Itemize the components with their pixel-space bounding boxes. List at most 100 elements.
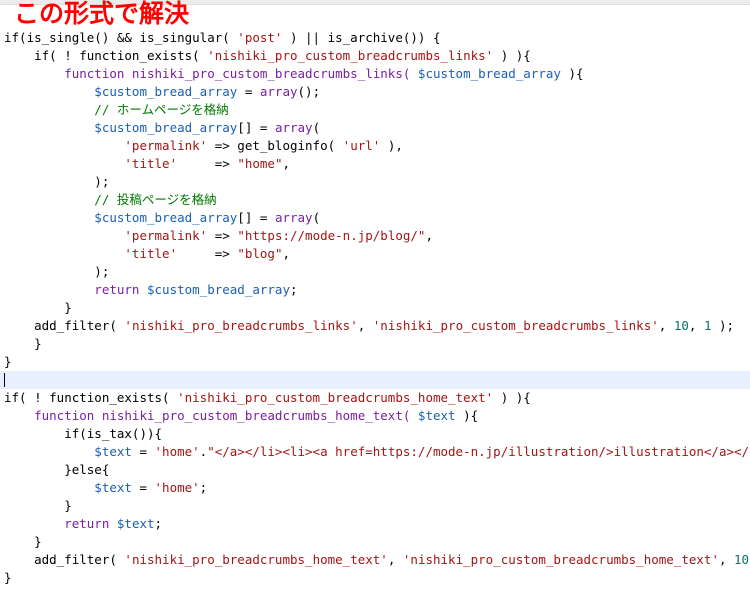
code-text: => (177, 246, 238, 261)
code-line[interactable]: function nishiki_pro_custom_breadcrumbs_… (0, 407, 750, 425)
code-string: 'url' (342, 138, 381, 153)
code-text: ; (154, 516, 163, 531)
code-text: } (4, 354, 12, 369)
code-text: ){ (560, 66, 584, 81)
code-string: 'home' (154, 480, 200, 495)
code-line[interactable]: ); (0, 173, 750, 191)
code-line[interactable]: 'permalink' => get_bloginfo( 'url' ), (0, 137, 750, 155)
code-text: add_filter( (4, 552, 125, 567)
code-keyword: array (259, 84, 298, 99)
code-string: 'title' (4, 246, 178, 261)
code-text: , (387, 552, 403, 567)
code-variable: $text (417, 408, 456, 423)
code-line[interactable]: ); (0, 263, 750, 281)
code-variable: $text (4, 444, 132, 459)
code-line[interactable]: } (0, 497, 750, 515)
code-line-current[interactable] (0, 371, 750, 389)
code-line[interactable]: 'title' => "home", (0, 155, 750, 173)
code-line[interactable]: 'permalink' => "https://mode-n.jp/blog/"… (0, 227, 750, 245)
code-text: ); (4, 174, 110, 189)
code-string: "</a></li><li><a href=https://mode-n.jp/… (207, 444, 750, 459)
code-editor[interactable]: この形式で解決 if(is_single() && is_singular( '… (0, 0, 750, 594)
code-line[interactable]: // 投稿ページを格納 (0, 191, 750, 209)
code-comment: // ホームページを格納 (4, 102, 229, 117)
code-keyword: function nishiki_pro_custom_breadcrumbs_… (4, 408, 418, 423)
code-line[interactable]: if(is_single() && is_singular( 'post' ) … (0, 29, 750, 47)
code-text: if( ! function_exists( (4, 390, 178, 405)
code-string: 'nishiki_pro_breadcrumbs_links' (124, 318, 358, 333)
code-text: ){ (455, 408, 479, 423)
code-line[interactable]: return $custom_bread_array; (0, 281, 750, 299)
code-string: 'nishiki_pro_custom_breadcrumbs_links' (372, 318, 659, 333)
code-string: 'nishiki_pro_breadcrumbs_home_text' (124, 552, 388, 567)
code-string: 'home' (154, 444, 200, 459)
code-line[interactable]: if( ! function_exists( 'nishiki_pro_cust… (0, 389, 750, 407)
code-area[interactable]: if(is_single() && is_singular( 'post' ) … (0, 29, 750, 587)
code-text: => (177, 156, 238, 171)
code-variable: $text (116, 516, 155, 531)
code-line[interactable]: add_filter( 'nishiki_pro_breadcrumbs_hom… (0, 551, 750, 569)
code-line[interactable]: } (0, 335, 750, 353)
code-text: } (4, 498, 72, 513)
code-line[interactable]: $text = 'home'."</a></li><li><a href=htt… (0, 443, 750, 461)
code-text: ); (711, 318, 735, 333)
code-variable: $custom_bread_array (4, 210, 238, 225)
code-line[interactable]: if( ! function_exists( 'nishiki_pro_cust… (0, 47, 750, 65)
code-text: => (207, 228, 238, 243)
code-text: ( (312, 120, 321, 135)
code-line[interactable]: } (0, 353, 750, 371)
code-text: ), (380, 138, 403, 153)
code-string: 'title' (4, 156, 178, 171)
annotation-caption: この形式で解決 (14, 0, 190, 28)
code-line[interactable]: add_filter( 'nishiki_pro_breadcrumbs_lin… (0, 317, 750, 335)
code-text: ; (290, 282, 298, 297)
code-variable: $custom_bread_array (147, 282, 290, 297)
code-text: = (237, 84, 260, 99)
code-variable: $custom_bread_array (4, 120, 238, 135)
code-text: } (4, 336, 42, 351)
code-variable: $text (4, 480, 132, 495)
code-text: if( ! function_exists( (4, 48, 208, 63)
code-string: 'permalink' (4, 138, 208, 153)
code-line[interactable]: // ホームページを格納 (0, 101, 750, 119)
code-text: , (718, 552, 735, 567)
code-line[interactable]: 'title' => "blog", (0, 245, 750, 263)
code-line[interactable]: }else{ (0, 461, 750, 479)
code-line[interactable]: } (0, 569, 750, 587)
code-text: [] = (237, 120, 275, 135)
code-line[interactable]: $custom_bread_array = array(); (0, 83, 750, 101)
code-keyword: array (274, 210, 313, 225)
code-text: ; (199, 480, 208, 495)
code-text: }else{ (4, 462, 110, 477)
code-string: 'nishiki_pro_custom_breadcrumbs_links' (207, 48, 494, 63)
code-line[interactable]: } (0, 533, 750, 551)
code-text: [] = (237, 210, 275, 225)
code-text: , (282, 156, 290, 171)
code-line[interactable]: $custom_bread_array[] = array( (0, 209, 750, 227)
code-text: , (658, 318, 674, 333)
code-string: 'post' (237, 30, 283, 45)
code-keyword: return (4, 282, 147, 297)
code-text: } (4, 300, 72, 315)
code-text: => get_bloginfo( (207, 138, 343, 153)
code-text: if(is_tax()){ (4, 426, 163, 441)
code-line[interactable]: $text = 'home'; (0, 479, 750, 497)
code-keyword: array (274, 120, 313, 135)
code-string: "blog" (237, 246, 283, 261)
code-line[interactable]: } (0, 299, 750, 317)
code-line[interactable]: return $text; (0, 515, 750, 533)
code-variable: $custom_bread_array (417, 66, 561, 81)
code-line[interactable]: $custom_bread_array[] = array( (0, 119, 750, 137)
code-number: 10 (734, 552, 750, 567)
code-string: 'nishiki_pro_custom_breadcrumbs_home_tex… (402, 552, 719, 567)
code-text: , (282, 246, 290, 261)
code-keyword: return (4, 516, 117, 531)
code-text: ) || is_archive()) { (282, 30, 441, 45)
code-variable: $custom_bread_array (4, 84, 238, 99)
code-text: add_filter( (4, 318, 125, 333)
code-text: = (131, 480, 155, 495)
code-string: "home" (237, 156, 283, 171)
code-line[interactable]: if(is_tax()){ (0, 425, 750, 443)
code-line[interactable]: function nishiki_pro_custom_breadcrumbs_… (0, 65, 750, 83)
code-string: "https://mode-n.jp/blog/" (237, 228, 426, 243)
